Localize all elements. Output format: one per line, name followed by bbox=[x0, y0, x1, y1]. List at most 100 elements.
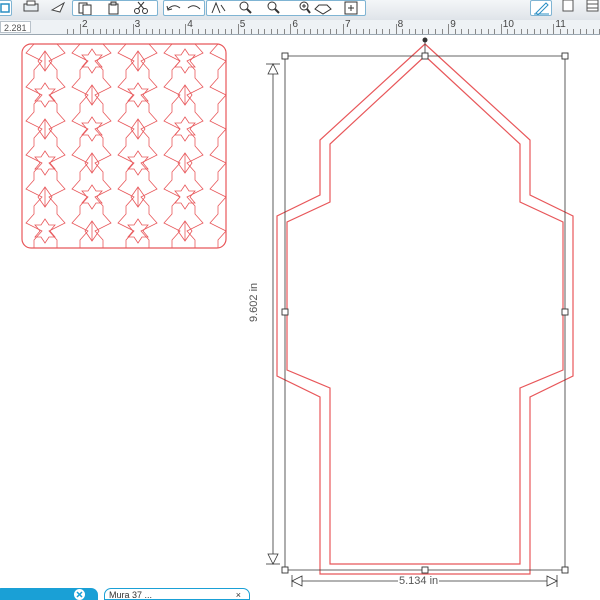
close-tab-icon[interactable]: × bbox=[236, 589, 241, 599]
cutting-canvas[interactable] bbox=[0, 36, 600, 600]
zoom-out-icon[interactable] bbox=[267, 1, 280, 14]
ruler-tick bbox=[277, 29, 278, 34]
zoom-fit-icon[interactable] bbox=[299, 1, 311, 14]
ruler-tick bbox=[93, 29, 94, 34]
ruler-tick bbox=[494, 29, 495, 34]
ruler-tick bbox=[264, 29, 265, 34]
ruler-tick bbox=[389, 29, 390, 34]
view-tools-group bbox=[206, 0, 366, 16]
ruler-tick bbox=[73, 29, 74, 34]
ruler-tick bbox=[106, 29, 107, 34]
stack-button[interactable] bbox=[584, 0, 600, 14]
pattern-tile[interactable] bbox=[21, 43, 227, 274]
ruler-tick bbox=[179, 29, 180, 34]
ruler-tick bbox=[310, 29, 311, 34]
ruler-tick bbox=[165, 29, 166, 34]
ruler-tick bbox=[330, 29, 331, 34]
cut-shape[interactable] bbox=[276, 43, 574, 575]
ruler-tick bbox=[146, 29, 147, 34]
ruler-tick bbox=[448, 24, 449, 34]
ruler-tick bbox=[382, 29, 383, 34]
width-dimension-label: 5.134 in bbox=[398, 575, 440, 587]
ruler-tick bbox=[323, 29, 324, 34]
tab-active[interactable] bbox=[0, 588, 98, 600]
close-tab-icon[interactable] bbox=[74, 589, 85, 600]
ruler-tick bbox=[475, 29, 476, 34]
ruler-tick bbox=[80, 24, 81, 34]
edit-points-button[interactable] bbox=[530, 0, 552, 16]
undo-redo-group bbox=[163, 0, 205, 16]
undo-icon[interactable] bbox=[166, 5, 181, 11]
selection-handles[interactable] bbox=[281, 52, 569, 574]
page-icon bbox=[562, 0, 574, 12]
ruler-tick bbox=[461, 29, 462, 34]
ruler-tick bbox=[409, 29, 410, 34]
redo-icon[interactable] bbox=[187, 5, 201, 10]
ruler-tick bbox=[212, 29, 213, 34]
ruler-tick bbox=[422, 29, 423, 34]
ruler-tick bbox=[488, 29, 489, 34]
ruler-tick bbox=[271, 29, 272, 34]
ruler-tick bbox=[560, 29, 561, 34]
ruler-tick bbox=[481, 29, 482, 34]
paste-icon[interactable] bbox=[108, 1, 119, 15]
ruler-tick bbox=[100, 29, 101, 34]
arrow-icon[interactable] bbox=[211, 1, 226, 14]
pencil-icon bbox=[534, 2, 549, 15]
ruler-tick bbox=[573, 29, 574, 34]
tab-second[interactable]: Mura 37 ... × bbox=[104, 588, 250, 600]
send-button[interactable] bbox=[50, 0, 68, 14]
scissors-icon[interactable] bbox=[134, 1, 148, 14]
ruler-tick bbox=[376, 29, 377, 34]
ruler-tick bbox=[205, 29, 206, 34]
height-dimension-label: 9.602 in bbox=[248, 281, 260, 323]
ruler-tick bbox=[238, 24, 239, 34]
ruler-tick bbox=[540, 29, 541, 34]
ruler-tick bbox=[159, 29, 160, 34]
ruler-tick bbox=[198, 29, 199, 34]
ruler-readout: 2.281 bbox=[0, 21, 31, 33]
ruler-tick bbox=[297, 29, 298, 34]
ruler-tick bbox=[415, 29, 416, 34]
toolbar bbox=[0, 0, 600, 21]
ruler-tick bbox=[231, 29, 232, 34]
ruler-tick bbox=[258, 29, 259, 34]
ruler-tick bbox=[507, 29, 508, 34]
ruler-tick bbox=[514, 29, 515, 34]
ruler-tick bbox=[468, 29, 469, 34]
ruler-tick bbox=[113, 29, 114, 34]
ruler-tick bbox=[356, 29, 357, 34]
panel-icon bbox=[0, 3, 10, 13]
ruler-tick bbox=[119, 29, 120, 34]
ruler-tick bbox=[172, 29, 173, 34]
ruler-tick bbox=[343, 24, 344, 34]
ruler-tick bbox=[501, 24, 502, 34]
send-icon bbox=[50, 1, 66, 13]
ruler-tick bbox=[185, 24, 186, 34]
outer-outline bbox=[276, 43, 574, 575]
ruler-tick bbox=[126, 29, 127, 34]
ruler-tick bbox=[67, 29, 68, 34]
ruler-tick bbox=[304, 29, 305, 34]
ruler-tick bbox=[192, 29, 193, 34]
sidebar-toggle-button[interactable] bbox=[0, 0, 12, 16]
ruler-tick bbox=[369, 29, 370, 34]
ruler-tick bbox=[218, 29, 219, 34]
pattern-motifs bbox=[25, 44, 226, 248]
zoom-in-icon[interactable] bbox=[239, 1, 252, 14]
ruler-tick bbox=[402, 29, 403, 34]
stack-icon bbox=[586, 0, 599, 12]
ruler-tick bbox=[553, 24, 554, 34]
ruler-tick bbox=[580, 29, 581, 34]
ruler-tick bbox=[336, 29, 337, 34]
ruler-tick bbox=[593, 29, 594, 34]
tab-second-label: Mura 37 ... bbox=[109, 590, 153, 600]
ruler-tick bbox=[284, 29, 285, 34]
zoom-box-icon[interactable] bbox=[344, 1, 358, 15]
diamond-icon[interactable] bbox=[314, 4, 332, 15]
ruler-tick bbox=[396, 24, 397, 34]
page-setup-button[interactable] bbox=[560, 0, 576, 14]
copy-icon[interactable] bbox=[78, 2, 92, 15]
ruler-tick bbox=[133, 24, 134, 34]
ruler-tick bbox=[547, 29, 548, 34]
